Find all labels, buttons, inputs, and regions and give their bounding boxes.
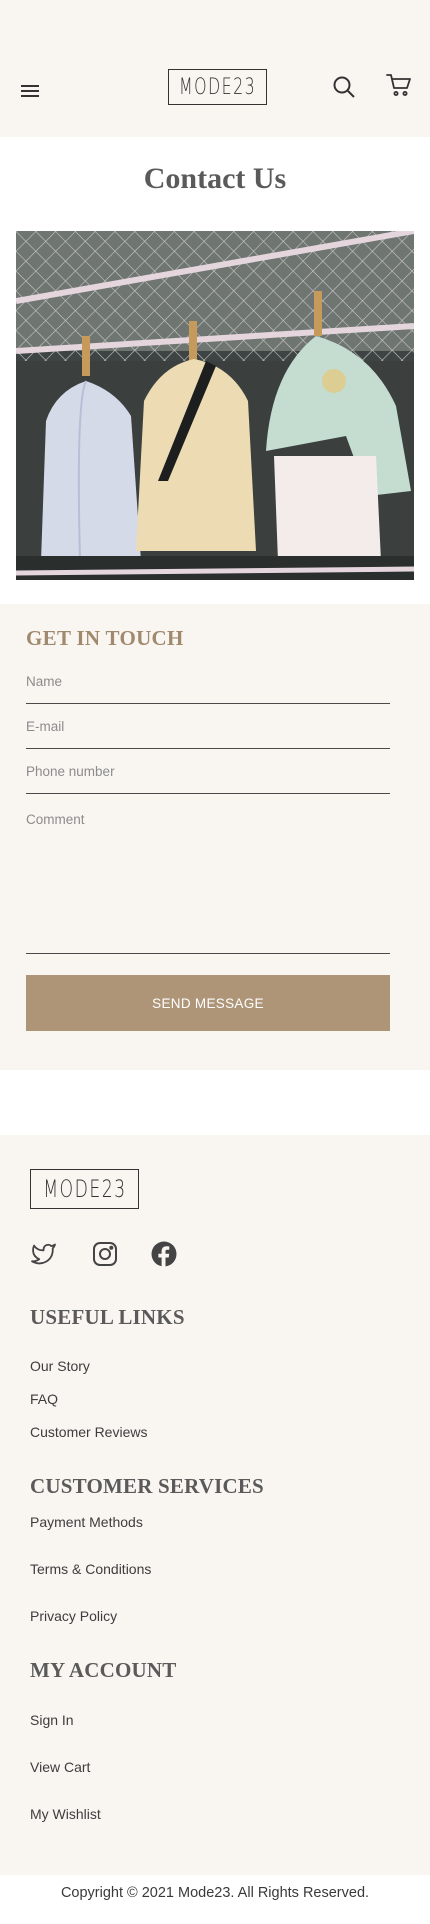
footer-link-my-wishlist[interactable]: My Wishlist — [30, 1806, 101, 1822]
footer-link-payment-methods[interactable]: Payment Methods — [30, 1514, 143, 1530]
mannequins-clothing-photo — [16, 231, 414, 580]
phone-field[interactable]: Phone number — [26, 757, 390, 794]
form-title: GET IN TOUCH — [26, 626, 184, 650]
footer-link-sign-in[interactable]: Sign In — [30, 1712, 74, 1728]
footer-link-our-story[interactable]: Our Story — [30, 1358, 90, 1374]
copyright-text: Copyright © 2021 Mode23. All Rights Rese… — [60, 1885, 370, 1901]
customer-services-heading: CUSTOMER SERVICES — [30, 1474, 264, 1498]
footer-logo[interactable]: MODE23 — [30, 1169, 139, 1209]
twitter-icon[interactable] — [29, 1240, 57, 1268]
email-field[interactable]: E-mail — [26, 712, 390, 749]
footer-link-view-cart[interactable]: View Cart — [30, 1759, 90, 1775]
page-title: Contact Us — [143, 162, 287, 195]
phone-placeholder: Phone number — [26, 764, 115, 779]
useful-links-heading: USEFUL LINKS — [30, 1305, 185, 1329]
facebook-icon[interactable] — [150, 1240, 178, 1268]
name-field[interactable]: Name — [26, 667, 390, 704]
footer-link-terms-conditions[interactable]: Terms & Conditions — [30, 1561, 151, 1577]
site-header: MODE23 — [0, 0, 430, 137]
footer-link-faq[interactable]: FAQ — [30, 1391, 58, 1407]
instagram-icon[interactable] — [91, 1240, 119, 1268]
footer-link-customer-reviews[interactable]: Customer Reviews — [30, 1424, 147, 1440]
email-placeholder: E-mail — [26, 719, 65, 734]
comment-field[interactable]: Comment — [26, 805, 390, 954]
search-icon[interactable] — [332, 75, 356, 99]
name-placeholder: Name — [26, 674, 63, 689]
send-message-button[interactable]: SEND MESSAGE — [26, 975, 390, 1031]
header-logo[interactable]: MODE23 — [168, 69, 267, 105]
footer-link-privacy-policy[interactable]: Privacy Policy — [30, 1608, 117, 1624]
hamburger-menu-icon[interactable] — [21, 84, 39, 98]
my-account-heading: MY ACCOUNT — [30, 1658, 177, 1682]
comment-placeholder: Comment — [26, 812, 85, 827]
cart-icon[interactable] — [386, 73, 412, 99]
